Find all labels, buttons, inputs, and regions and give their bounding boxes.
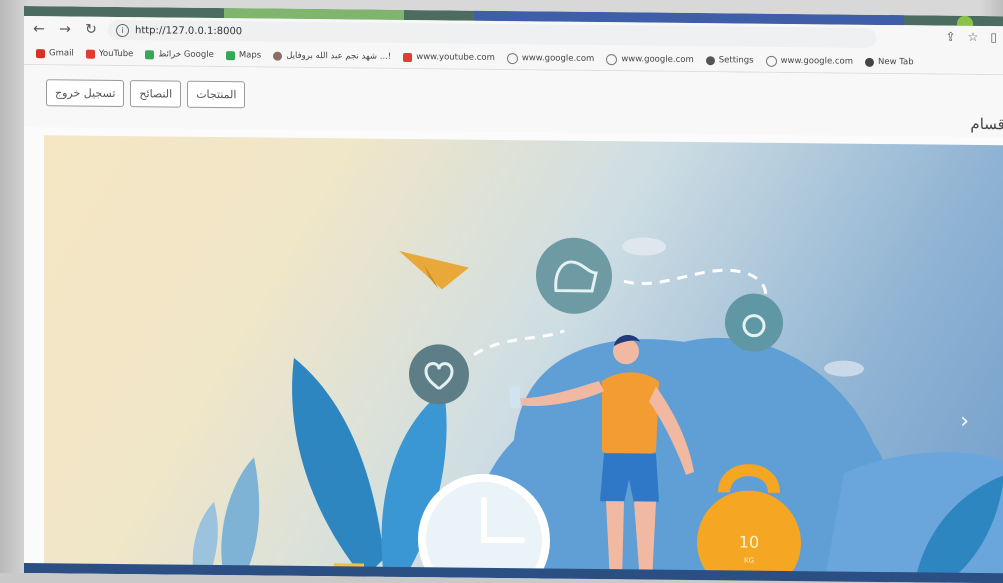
dashed-path: [473, 329, 565, 356]
bookmark-item[interactable]: New Tab: [865, 57, 914, 67]
kettlebell-weight: 10: [739, 532, 759, 551]
bookmark-item[interactable]: www.google.com: [765, 55, 853, 67]
url-text: http://127.0.0.1:8000: [135, 24, 243, 37]
products-button[interactable]: المنتجات: [187, 80, 246, 109]
leaf: [292, 357, 384, 579]
bookmark-item[interactable]: www.youtube.com: [403, 52, 495, 63]
youtube-icon: [85, 49, 95, 59]
info-icon[interactable]: i: [116, 23, 129, 37]
bookmark-item[interactable]: Settings: [705, 55, 754, 66]
sidebar-icon[interactable]: ▯: [990, 30, 997, 44]
google-icon: [506, 52, 518, 64]
gear-icon: [705, 55, 715, 65]
bookmark-item[interactable]: شهد نجم عبد الله بروفايل ...!: [273, 51, 391, 62]
profile-icon: [273, 51, 283, 61]
muscle-badge: [536, 237, 612, 314]
leaf: [221, 457, 260, 578]
bookmark-item[interactable]: www.google.com: [606, 53, 694, 66]
google-icon: [765, 55, 777, 67]
site-navbar: تسجيل خروج النصائح المنتجات أقسام: [24, 65, 1003, 138]
cloud: [622, 237, 666, 256]
web-page: تسجيل خروج النصائح المنتجات أقسام 10 KG …: [24, 65, 1003, 583]
browser-window: ← → ↻ i http://127.0.0.1:8000 ⇪ ☆ ▯ Gmai…: [24, 6, 1003, 583]
gmail-icon: [36, 48, 45, 58]
fitness-illustration: 10 KG: [192, 237, 1003, 583]
cloud: [824, 360, 864, 377]
reload-icon[interactable]: ↻: [80, 22, 102, 38]
star-icon[interactable]: ☆: [968, 30, 979, 44]
heart-badge: [409, 344, 469, 405]
bookmark-item[interactable]: Gmail: [36, 48, 74, 59]
bookmark-item[interactable]: خرائط Google: [145, 49, 214, 60]
sections-title: أقسام: [970, 114, 1003, 134]
maps-icon: [225, 50, 235, 60]
forward-icon[interactable]: →: [54, 21, 76, 37]
logout-button[interactable]: تسجيل خروج: [46, 79, 125, 108]
tips-button[interactable]: النصائح: [130, 80, 182, 108]
water-bottle: [510, 386, 520, 409]
google-icon: [606, 53, 618, 65]
globe-icon: [865, 57, 875, 67]
hero-carousel: 10 KG ›: [44, 135, 1003, 583]
youtube-icon: [403, 52, 413, 62]
bookmark-item[interactable]: Maps: [225, 50, 261, 60]
back-icon[interactable]: ←: [28, 21, 50, 37]
carousel-next-icon[interactable]: ›: [960, 409, 969, 434]
share-icon[interactable]: ⇪: [946, 30, 956, 44]
paper-plane-icon: [399, 250, 469, 290]
person-tank-top: [602, 372, 659, 458]
kettlebell-unit: KG: [744, 557, 754, 565]
maps-icon: [145, 49, 155, 59]
bookmark-item[interactable]: YouTube: [85, 49, 133, 59]
bookmark-item[interactable]: www.google.com: [506, 52, 594, 65]
